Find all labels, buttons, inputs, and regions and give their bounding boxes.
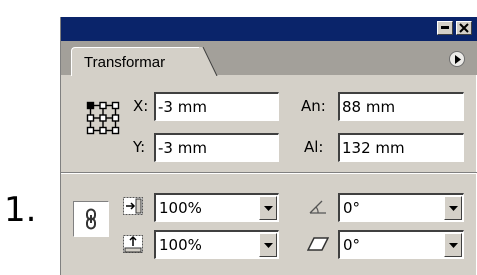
panel-titlebar[interactable] bbox=[61, 17, 477, 41]
chain-link-icon[interactable] bbox=[73, 201, 109, 237]
dropdown-arrow-icon[interactable] bbox=[444, 196, 462, 220]
shear-angle-icon bbox=[307, 237, 329, 251]
rotation-angle-combo[interactable]: 0° bbox=[338, 193, 464, 222]
tab-transformar[interactable]: Transformar bbox=[71, 47, 201, 76]
scale-vertical-icon bbox=[123, 235, 143, 253]
rotation-angle-icon bbox=[309, 200, 326, 214]
height-field[interactable]: 132 mm bbox=[338, 133, 464, 162]
width-field[interactable]: 88 mm bbox=[338, 92, 464, 121]
y-field[interactable]: -3 mm bbox=[154, 133, 279, 162]
tab-edge bbox=[199, 47, 218, 76]
height-label: Al: bbox=[304, 138, 324, 156]
section-divider bbox=[61, 172, 477, 174]
horizontal-scale-value: 100% bbox=[159, 199, 202, 217]
dropdown-arrow-icon[interactable] bbox=[444, 233, 462, 257]
width-label: An: bbox=[301, 97, 326, 115]
tab-label: Transformar bbox=[84, 54, 166, 71]
scale-horizontal-icon bbox=[123, 197, 143, 215]
minimize-icon[interactable] bbox=[437, 21, 453, 35]
rotation-angle-value: 0° bbox=[343, 199, 361, 217]
shear-angle-combo[interactable]: 0° bbox=[338, 230, 464, 259]
dropdown-arrow-icon[interactable] bbox=[259, 233, 277, 257]
reference-point-icon[interactable] bbox=[86, 101, 120, 135]
x-field[interactable]: -3 mm bbox=[154, 92, 279, 121]
dropdown-arrow-icon[interactable] bbox=[259, 196, 277, 220]
tab-strip: Transformar bbox=[61, 41, 477, 76]
x-label: X: bbox=[133, 97, 149, 115]
y-label: Y: bbox=[133, 138, 146, 156]
panel-menu-icon[interactable] bbox=[449, 51, 465, 67]
transform-panel: Transformar X: -3 mm Y: -3 mm An: 88 mm … bbox=[60, 17, 477, 275]
close-icon[interactable] bbox=[456, 21, 472, 35]
horizontal-scale-combo[interactable]: 100% bbox=[154, 193, 279, 222]
step-number: 1. bbox=[4, 190, 37, 230]
vertical-scale-combo[interactable]: 100% bbox=[154, 230, 279, 259]
shear-angle-value: 0° bbox=[343, 236, 361, 254]
vertical-scale-value: 100% bbox=[159, 236, 202, 254]
